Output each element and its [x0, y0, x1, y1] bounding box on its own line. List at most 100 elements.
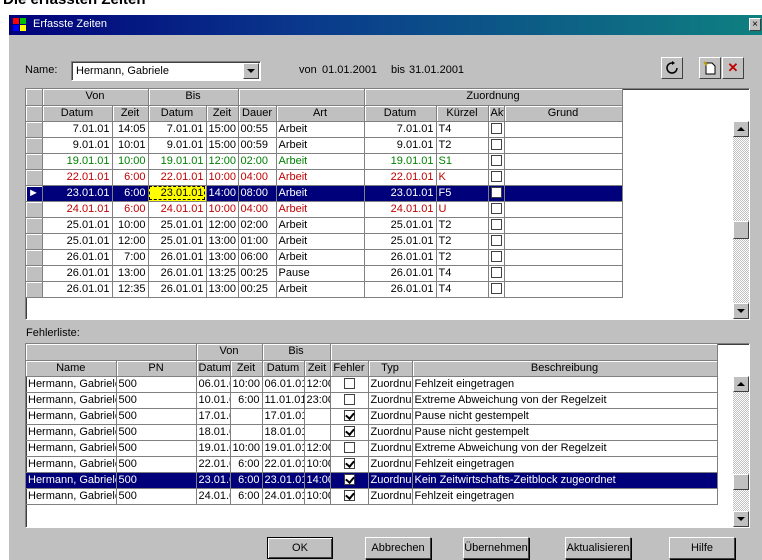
times-grid[interactable]: Von Bis Zuordnung Datum Zeit Datum Zeit Dauer Ar…: [25, 88, 750, 320]
time-cell[interactable]: [488, 121, 505, 138]
time-cell[interactable]: [504, 137, 623, 154]
error-cell[interactable]: 24.01.01: [262, 488, 305, 505]
time-cell[interactable]: 10:00: [112, 217, 149, 234]
column-header[interactable]: Akt: [488, 105, 505, 122]
time-cell[interactable]: 13:00: [206, 233, 239, 250]
error-cell[interactable]: Zuordnung: [368, 472, 413, 489]
error-cell[interactable]: 17.01.01: [196, 408, 231, 425]
column-header[interactable]: Beschreibung: [412, 360, 718, 377]
time-cell[interactable]: [488, 169, 505, 186]
time-cell[interactable]: 13:00: [112, 265, 149, 282]
akt-checkbox[interactable]: [490, 251, 502, 263]
time-cell[interactable]: [488, 217, 505, 234]
row-selector[interactable]: [26, 201, 43, 218]
error-cell[interactable]: 06.01.01: [262, 376, 305, 393]
time-cell[interactable]: 7.01.01: [364, 121, 437, 138]
column-header[interactable]: Datum: [42, 105, 113, 122]
error-cell[interactable]: Extreme Abweichung von der Regelzeit: [412, 392, 718, 409]
column-header[interactable]: Zeit: [206, 105, 239, 122]
column-header[interactable]: Kürzel: [436, 105, 489, 122]
time-cell[interactable]: K: [436, 169, 489, 186]
time-cell[interactable]: [488, 265, 505, 282]
time-cell[interactable]: 25.01.01: [42, 217, 113, 234]
column-header[interactable]: Zeit: [112, 105, 149, 122]
error-cell[interactable]: Hermann, Gabriele: [26, 488, 117, 505]
time-cell[interactable]: 24.01.01: [364, 201, 437, 218]
errors-vertical-scrollbar[interactable]: [733, 376, 749, 527]
time-cell[interactable]: [488, 153, 505, 170]
time-cell[interactable]: Arbeit: [276, 153, 365, 170]
error-cell[interactable]: 11.01.01: [262, 392, 305, 409]
column-header[interactable]: Zeit: [304, 360, 331, 377]
time-cell[interactable]: 25.01.01: [364, 217, 437, 234]
column-header[interactable]: Grund: [504, 105, 623, 122]
time-cell[interactable]: 13:25: [206, 265, 239, 282]
time-cell[interactable]: 22.01.01: [364, 169, 437, 186]
scroll-up-button[interactable]: [733, 121, 749, 137]
time-cell[interactable]: 25.01.01: [42, 233, 113, 250]
time-cell[interactable]: U: [436, 201, 489, 218]
time-cell[interactable]: 04:00: [238, 169, 277, 186]
new-toolbar-button[interactable]: [699, 57, 721, 79]
time-cell[interactable]: 24.01.01: [148, 201, 207, 218]
time-cell[interactable]: T2: [436, 249, 489, 266]
time-row[interactable]: 22.01.01 6:00 22.01.01 10:00 04:00 Arbeit 22.0…: [26, 169, 623, 186]
time-cell[interactable]: 22.01.01: [148, 169, 207, 186]
row-selector[interactable]: [26, 153, 43, 170]
time-row[interactable]: 9.01.01 10:01 9.01.01 15:00 00:59 Arbeit 9.01.…: [26, 137, 623, 154]
error-cell[interactable]: Zuordnung: [368, 392, 413, 409]
error-cell[interactable]: 06.01.01: [196, 376, 231, 393]
error-cell[interactable]: 14:00: [304, 472, 331, 489]
akt-checkbox[interactable]: [490, 267, 502, 279]
time-cell[interactable]: 26.01.01: [364, 281, 437, 298]
time-cell[interactable]: [504, 153, 623, 170]
time-cell[interactable]: 23.01.01: [42, 185, 113, 202]
error-cell[interactable]: [304, 424, 331, 441]
time-cell[interactable]: [504, 185, 623, 202]
fehler-checkbox[interactable]: [343, 490, 355, 502]
time-cell[interactable]: 10:00: [206, 201, 239, 218]
close-button[interactable]: ×: [749, 18, 761, 31]
time-cell[interactable]: Arbeit: [276, 137, 365, 154]
time-cell[interactable]: [488, 233, 505, 250]
error-cell[interactable]: 22.01.01: [262, 456, 305, 473]
error-cell[interactable]: [230, 424, 263, 441]
fehler-checkbox[interactable]: [343, 474, 355, 486]
time-cell[interactable]: [504, 217, 623, 234]
time-cell[interactable]: S1: [436, 153, 489, 170]
row-selector[interactable]: [26, 249, 43, 266]
time-cell[interactable]: [504, 121, 623, 138]
error-row[interactable]: Hermann, Gabriele50019.01.0110:0019.01.0…: [26, 440, 718, 457]
time-cell[interactable]: 01:00: [238, 233, 277, 250]
help-button[interactable]: Hilfe: [669, 537, 735, 559]
time-cell[interactable]: 15:00: [206, 121, 239, 138]
column-header[interactable]: Fehler: [330, 360, 369, 377]
time-cell[interactable]: 6:00: [112, 185, 149, 202]
time-cell[interactable]: [488, 185, 505, 202]
time-cell[interactable]: 12:35: [112, 281, 149, 298]
error-cell[interactable]: 500: [116, 424, 197, 441]
time-cell[interactable]: 00:55: [238, 121, 277, 138]
column-header[interactable]: Zeit: [230, 360, 263, 377]
time-cell[interactable]: 10:00: [112, 153, 149, 170]
error-cell[interactable]: [230, 408, 263, 425]
time-cell[interactable]: Arbeit: [276, 169, 365, 186]
fehler-checkbox[interactable]: [343, 410, 355, 422]
time-cell[interactable]: 19.01.01: [364, 153, 437, 170]
error-cell[interactable]: Kein Zeitwirtschafts-Zeitblock zugeordne…: [412, 472, 718, 489]
time-cell[interactable]: 7.01.01: [148, 121, 207, 138]
error-cell[interactable]: 19.01.01: [196, 440, 231, 457]
error-cell[interactable]: Zuordnung: [368, 440, 413, 457]
error-cell[interactable]: [330, 472, 369, 489]
time-cell[interactable]: F5: [436, 185, 489, 202]
error-cell[interactable]: 12:00: [304, 376, 331, 393]
time-cell[interactable]: 26.01.01: [148, 249, 207, 266]
time-cell[interactable]: 6:00: [112, 201, 149, 218]
refresh-toolbar-button[interactable]: [661, 57, 683, 79]
column-header[interactable]: Dauer: [238, 105, 277, 122]
error-cell[interactable]: Fehlzeit eingetragen: [412, 376, 718, 393]
time-cell[interactable]: 19.01.01: [42, 153, 113, 170]
refresh-button[interactable]: Aktualisieren: [565, 537, 631, 559]
time-cell[interactable]: 25.01.01: [148, 217, 207, 234]
error-cell[interactable]: 500: [116, 456, 197, 473]
